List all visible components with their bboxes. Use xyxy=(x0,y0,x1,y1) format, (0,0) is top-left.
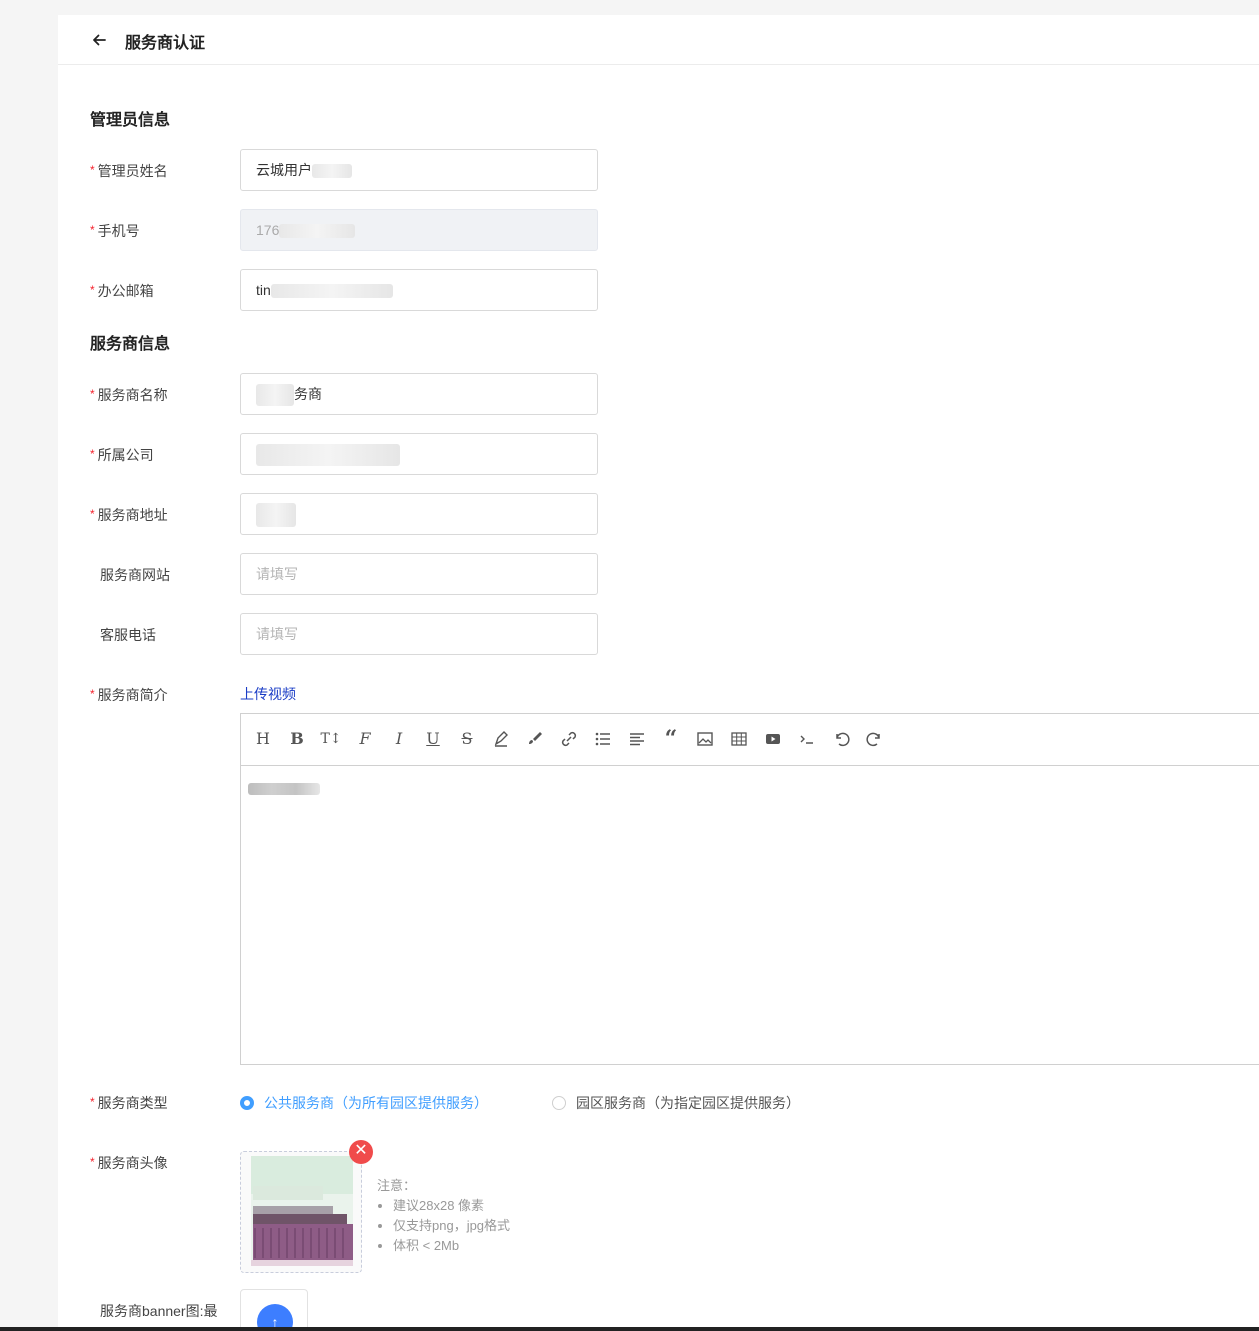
phone-input: 176 xyxy=(240,209,598,251)
provider-type-label: * 服务商类型 xyxy=(90,1095,168,1111)
form-page: 服务商认证 管理员信息 * 管理员姓名 云城用户 * 手机号 176 * 办公邮箱 t… xyxy=(58,15,1259,1327)
arrow-left-icon[interactable] xyxy=(90,31,108,49)
service-phone-label: 客服电话 xyxy=(100,627,156,643)
quote-icon[interactable]: “ xyxy=(659,727,683,751)
email-label: * 办公邮箱 xyxy=(90,283,154,299)
company-label: * 所属公司 xyxy=(90,447,154,463)
banner-label: 服务商banner图:最 xyxy=(100,1303,218,1319)
phone-label: * 手机号 xyxy=(90,223,140,239)
font-size-icon[interactable]: T↕ xyxy=(319,727,343,751)
provider-name-label: * 服务商名称 xyxy=(90,387,168,403)
editor-content[interactable] xyxy=(241,766,1259,1064)
brush-icon[interactable] xyxy=(523,727,547,751)
link-icon[interactable] xyxy=(557,727,581,751)
bottom-edge xyxy=(0,1327,1259,1331)
provider-name-input[interactable]: 务商 xyxy=(240,373,598,415)
heading-icon[interactable]: H xyxy=(251,727,275,751)
admin-name-input[interactable]: 云城用户 xyxy=(240,149,598,191)
image-icon[interactable] xyxy=(693,727,717,751)
radio-checked-icon xyxy=(240,1096,254,1110)
provider-section-title: 服务商信息 xyxy=(90,336,171,353)
avatar-upload[interactable] xyxy=(240,1151,362,1273)
editor-toolbar: H B T↕ F I U S “ xyxy=(241,714,1259,766)
table-icon[interactable] xyxy=(727,727,751,751)
underline-icon[interactable]: U xyxy=(421,727,445,751)
bold-icon[interactable]: B xyxy=(285,727,309,751)
page-title: 服务商认证 xyxy=(125,35,206,52)
redo-icon[interactable] xyxy=(863,727,887,751)
italic-icon[interactable]: I xyxy=(387,727,411,751)
company-input[interactable] xyxy=(240,433,598,475)
address-input[interactable] xyxy=(240,493,598,535)
address-label: * 服务商地址 xyxy=(90,507,168,523)
remove-avatar-icon[interactable]: ✕ xyxy=(349,1140,373,1164)
admin-name-label: * 管理员姓名 xyxy=(90,163,168,179)
admin-section-title: 管理员信息 xyxy=(90,112,171,129)
note-item: 仅支持png，jpg格式 xyxy=(393,1216,510,1236)
website-input[interactable]: 请填写 xyxy=(240,553,598,595)
strikethrough-icon[interactable]: S xyxy=(455,727,479,751)
upload-video-link[interactable]: 上传视频 xyxy=(240,684,296,704)
code-icon[interactable] xyxy=(795,727,819,751)
video-icon[interactable] xyxy=(761,727,785,751)
avatar-notes: 注意： 建议28x28 像素 仅支持png，jpg格式 体积 < 2Mb xyxy=(377,1176,510,1256)
rich-text-editor: H B T↕ F I U S “ xyxy=(240,713,1259,1065)
avatar-preview-image xyxy=(251,1156,353,1266)
intro-label: * 服务商简介 xyxy=(90,687,168,703)
font-family-icon[interactable]: F xyxy=(353,727,377,751)
radio-public-provider[interactable]: 公共服务商（为所有园区提供服务） xyxy=(240,1093,488,1113)
website-label: 服务商网站 xyxy=(100,567,170,583)
list-icon[interactable] xyxy=(591,727,615,751)
page-header: 服务商认证 xyxy=(58,15,1259,65)
service-phone-input[interactable]: 请填写 xyxy=(240,613,598,655)
avatar-label: * 服务商头像 xyxy=(90,1155,168,1171)
undo-icon[interactable] xyxy=(829,727,853,751)
note-item: 建议28x28 像素 xyxy=(393,1196,510,1216)
font-color-icon[interactable] xyxy=(489,727,513,751)
banner-upload[interactable]: ↑ xyxy=(240,1289,308,1327)
note-item: 体积 < 2Mb xyxy=(393,1236,510,1256)
upload-arrow-icon[interactable]: ↑ xyxy=(257,1304,293,1327)
align-icon[interactable] xyxy=(625,727,649,751)
email-input[interactable]: tin xyxy=(240,269,598,311)
radio-unchecked-icon xyxy=(552,1096,566,1110)
radio-park-provider[interactable]: 园区服务商（为指定园区提供服务） xyxy=(552,1093,800,1113)
